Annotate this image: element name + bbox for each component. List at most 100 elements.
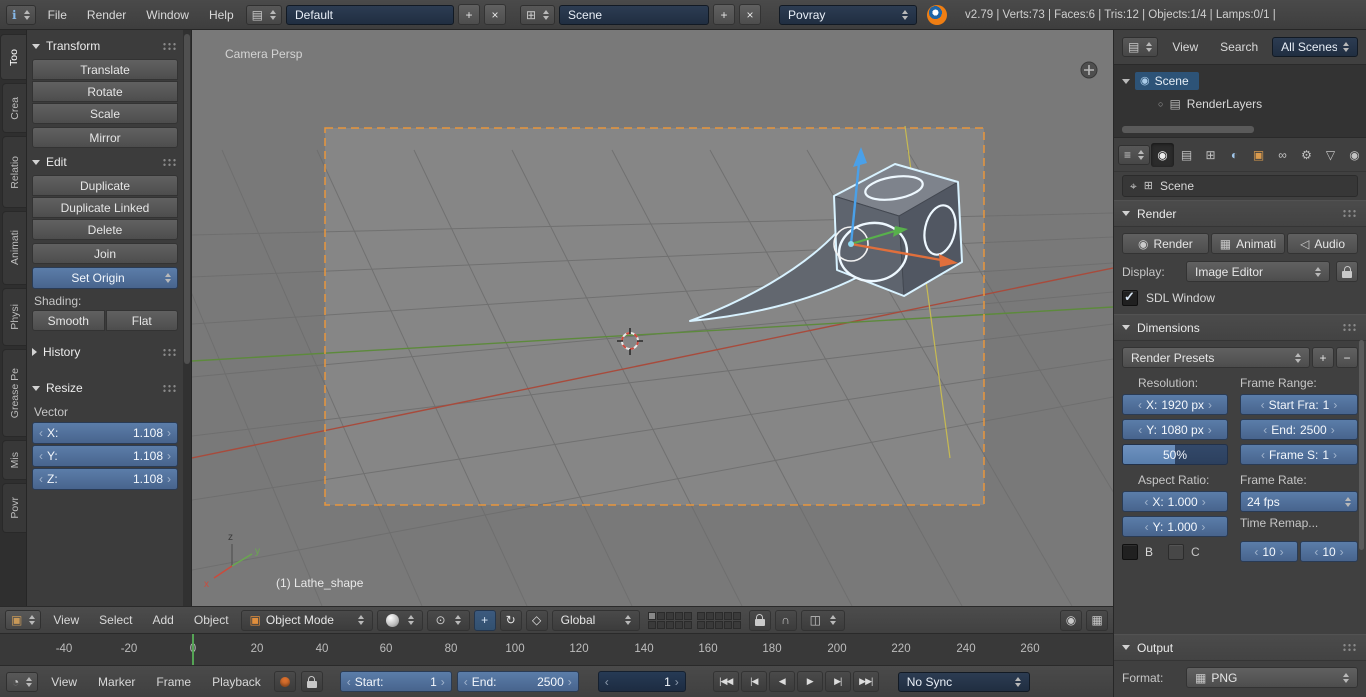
resize-panel-header[interactable]: Resize <box>32 377 178 399</box>
frame-end-field[interactable]: ‹ End: 2500 › <box>1240 419 1358 440</box>
outliner-filter-dropdown[interactable]: All Scenes <box>1272 37 1358 57</box>
opengl-render-image-button[interactable]: ◉ <box>1060 610 1082 631</box>
panel-grip-icon[interactable] <box>162 348 178 357</box>
join-button[interactable]: Join <box>32 243 178 264</box>
tab-modifiers[interactable]: ⚙ <box>1295 143 1318 167</box>
start-frame-field[interactable]: ‹ Start: 1 › <box>340 671 452 692</box>
layout-add-button[interactable]: + <box>458 4 480 25</box>
editor-type-info-button[interactable]: ℹ <box>6 5 36 25</box>
menu-view[interactable]: View <box>45 613 87 627</box>
tab-data[interactable]: ▽ <box>1319 143 1342 167</box>
region-expand-button[interactable] <box>1081 62 1097 78</box>
spinner-left-icon[interactable]: ‹ <box>39 473 43 485</box>
toolshelf-scrollbar[interactable] <box>183 30 192 606</box>
menu-view[interactable]: View <box>43 675 85 689</box>
sync-dropdown[interactable]: No Sync <box>898 672 1030 692</box>
tab-render-layers[interactable]: ▤ <box>1175 143 1198 167</box>
layout-dropdown[interactable]: Default <box>286 5 454 25</box>
crop-checkbox[interactable] <box>1168 544 1184 560</box>
preset-add-button[interactable]: + <box>1312 347 1334 368</box>
panel-grip-icon[interactable] <box>1342 209 1358 218</box>
tab-misc[interactable]: Mis <box>2 440 26 480</box>
auto-keyframe-button[interactable] <box>274 671 296 692</box>
expand-triangle-icon[interactable] <box>1122 79 1130 84</box>
render-animation-button[interactable]: ▦ Animati <box>1211 233 1285 254</box>
tab-render[interactable]: ◉ <box>1151 143 1174 167</box>
rotate-button[interactable]: Rotate <box>32 81 178 102</box>
scale-button[interactable]: Scale <box>32 103 178 124</box>
mirror-button[interactable]: Mirror <box>32 127 178 148</box>
translate-button[interactable]: Translate <box>32 59 178 80</box>
border-checkbox[interactable] <box>1122 544 1138 560</box>
spinner-right-icon[interactable]: › <box>441 676 445 688</box>
mode-dropdown[interactable]: ▣ Object Mode <box>241 610 373 631</box>
menu-window[interactable]: Window <box>138 8 197 22</box>
resolution-y-field[interactable]: ‹ Y: 1080 px › <box>1122 419 1228 440</box>
spinner-right-icon[interactable]: › <box>167 473 171 485</box>
layout-delete-button[interactable]: × <box>484 4 506 25</box>
manipulator-translate-toggle[interactable]: + <box>474 610 496 631</box>
format-dropdown[interactable]: ▦ PNG <box>1186 667 1358 688</box>
sdl-window-checkbox[interactable] <box>1122 290 1138 306</box>
opengl-render-anim-button[interactable]: ▦ <box>1086 610 1108 631</box>
snap-magnet-toggle[interactable]: ∩ <box>775 610 797 631</box>
editor-type-timeline-button[interactable]: ◔ <box>6 672 38 692</box>
viewport-3d[interactable]: z y x Camera Persp (1) Lathe_shape <box>192 30 1113 606</box>
pin-icon[interactable]: ⌖ <box>1130 180 1137 192</box>
scene-dropdown[interactable]: Scene <box>559 5 709 25</box>
menu-view[interactable]: View <box>1164 40 1206 54</box>
time-remap-old-field[interactable]: ‹ 10 › <box>1240 541 1298 562</box>
tab-grease-pencil[interactable]: Grease Pe <box>2 349 26 437</box>
menu-render[interactable]: Render <box>79 8 134 22</box>
duplicate-linked-button[interactable]: Duplicate Linked <box>32 197 178 218</box>
render-panel-header[interactable]: Render <box>1114 200 1366 227</box>
aspect-y-field[interactable]: ‹ Y: 1.000 › <box>1122 516 1228 537</box>
tab-material[interactable]: ◉ <box>1343 143 1366 167</box>
manipulator-scale-toggle[interactable]: ◇ <box>526 610 548 631</box>
orientation-dropdown[interactable]: Global <box>552 610 640 631</box>
tab-povray[interactable]: Povr <box>2 483 26 533</box>
menu-search[interactable]: Search <box>1212 40 1266 54</box>
keying-lock-button[interactable] <box>301 671 323 692</box>
editor-type-outliner-button[interactable]: ▤ <box>1122 37 1158 57</box>
manipulator-rotate-toggle[interactable]: ↻ <box>500 610 522 631</box>
menu-help[interactable]: Help <box>201 8 242 22</box>
prev-keyframe-button[interactable]: |◀ <box>741 671 767 692</box>
panel-grip-icon[interactable] <box>1342 643 1358 652</box>
render-presets-dropdown[interactable]: Render Presets <box>1122 347 1310 368</box>
panel-grip-icon[interactable] <box>162 158 178 167</box>
spinner-left-icon[interactable]: ‹ <box>605 676 609 688</box>
render-image-button[interactable]: ◉ Render <box>1122 233 1209 254</box>
spinner-left-icon[interactable]: ‹ <box>464 676 468 688</box>
spinner-left-icon[interactable]: ‹ <box>39 450 43 462</box>
tab-scene[interactable]: ⊞ <box>1199 143 1222 167</box>
render-engine-dropdown[interactable]: Povray <box>779 5 917 25</box>
panel-grip-icon[interactable] <box>1342 323 1358 332</box>
tab-physics[interactable]: Physi <box>2 288 26 346</box>
frame-start-field[interactable]: ‹ Start Fra: 1 › <box>1240 394 1358 415</box>
spinner-right-icon[interactable]: › <box>167 427 171 439</box>
timeline-ruler[interactable]: -40 -20 0 20 40 60 80 100 120 140 160 18… <box>0 634 1113 666</box>
snap-element-dropdown[interactable]: ◫ <box>801 610 845 631</box>
menu-file[interactable]: File <box>40 8 75 22</box>
frame-step-field[interactable]: ‹ Frame S: 1 › <box>1240 444 1358 465</box>
lock-interface-button[interactable] <box>1336 261 1358 282</box>
menu-select[interactable]: Select <box>91 613 140 627</box>
scene-add-button[interactable]: + <box>713 4 735 25</box>
spinner-right-icon[interactable]: › <box>167 450 171 462</box>
selected-row-highlight[interactable]: ◉ Scene <box>1135 72 1199 90</box>
tab-object[interactable]: ▣ <box>1247 143 1270 167</box>
tab-create[interactable]: Crea <box>2 83 26 133</box>
menu-add[interactable]: Add <box>145 613 182 627</box>
spinner-left-icon[interactable]: ‹ <box>39 427 43 439</box>
outliner-hscrollbar[interactable] <box>1122 126 1254 133</box>
panel-grip-icon[interactable] <box>162 384 178 393</box>
menu-playback[interactable]: Playback <box>204 675 269 689</box>
outliner-row-scene[interactable]: ◉ Scene <box>1122 72 1199 90</box>
play-button[interactable]: ▶ <box>797 671 823 692</box>
set-origin-dropdown[interactable]: Set Origin <box>32 267 178 289</box>
tab-world[interactable]: ◐ <box>1223 143 1246 167</box>
history-panel-header[interactable]: History <box>32 341 178 363</box>
current-frame-field[interactable]: ‹ 1 › <box>598 671 686 692</box>
edit-panel-header[interactable]: Edit <box>32 151 178 173</box>
